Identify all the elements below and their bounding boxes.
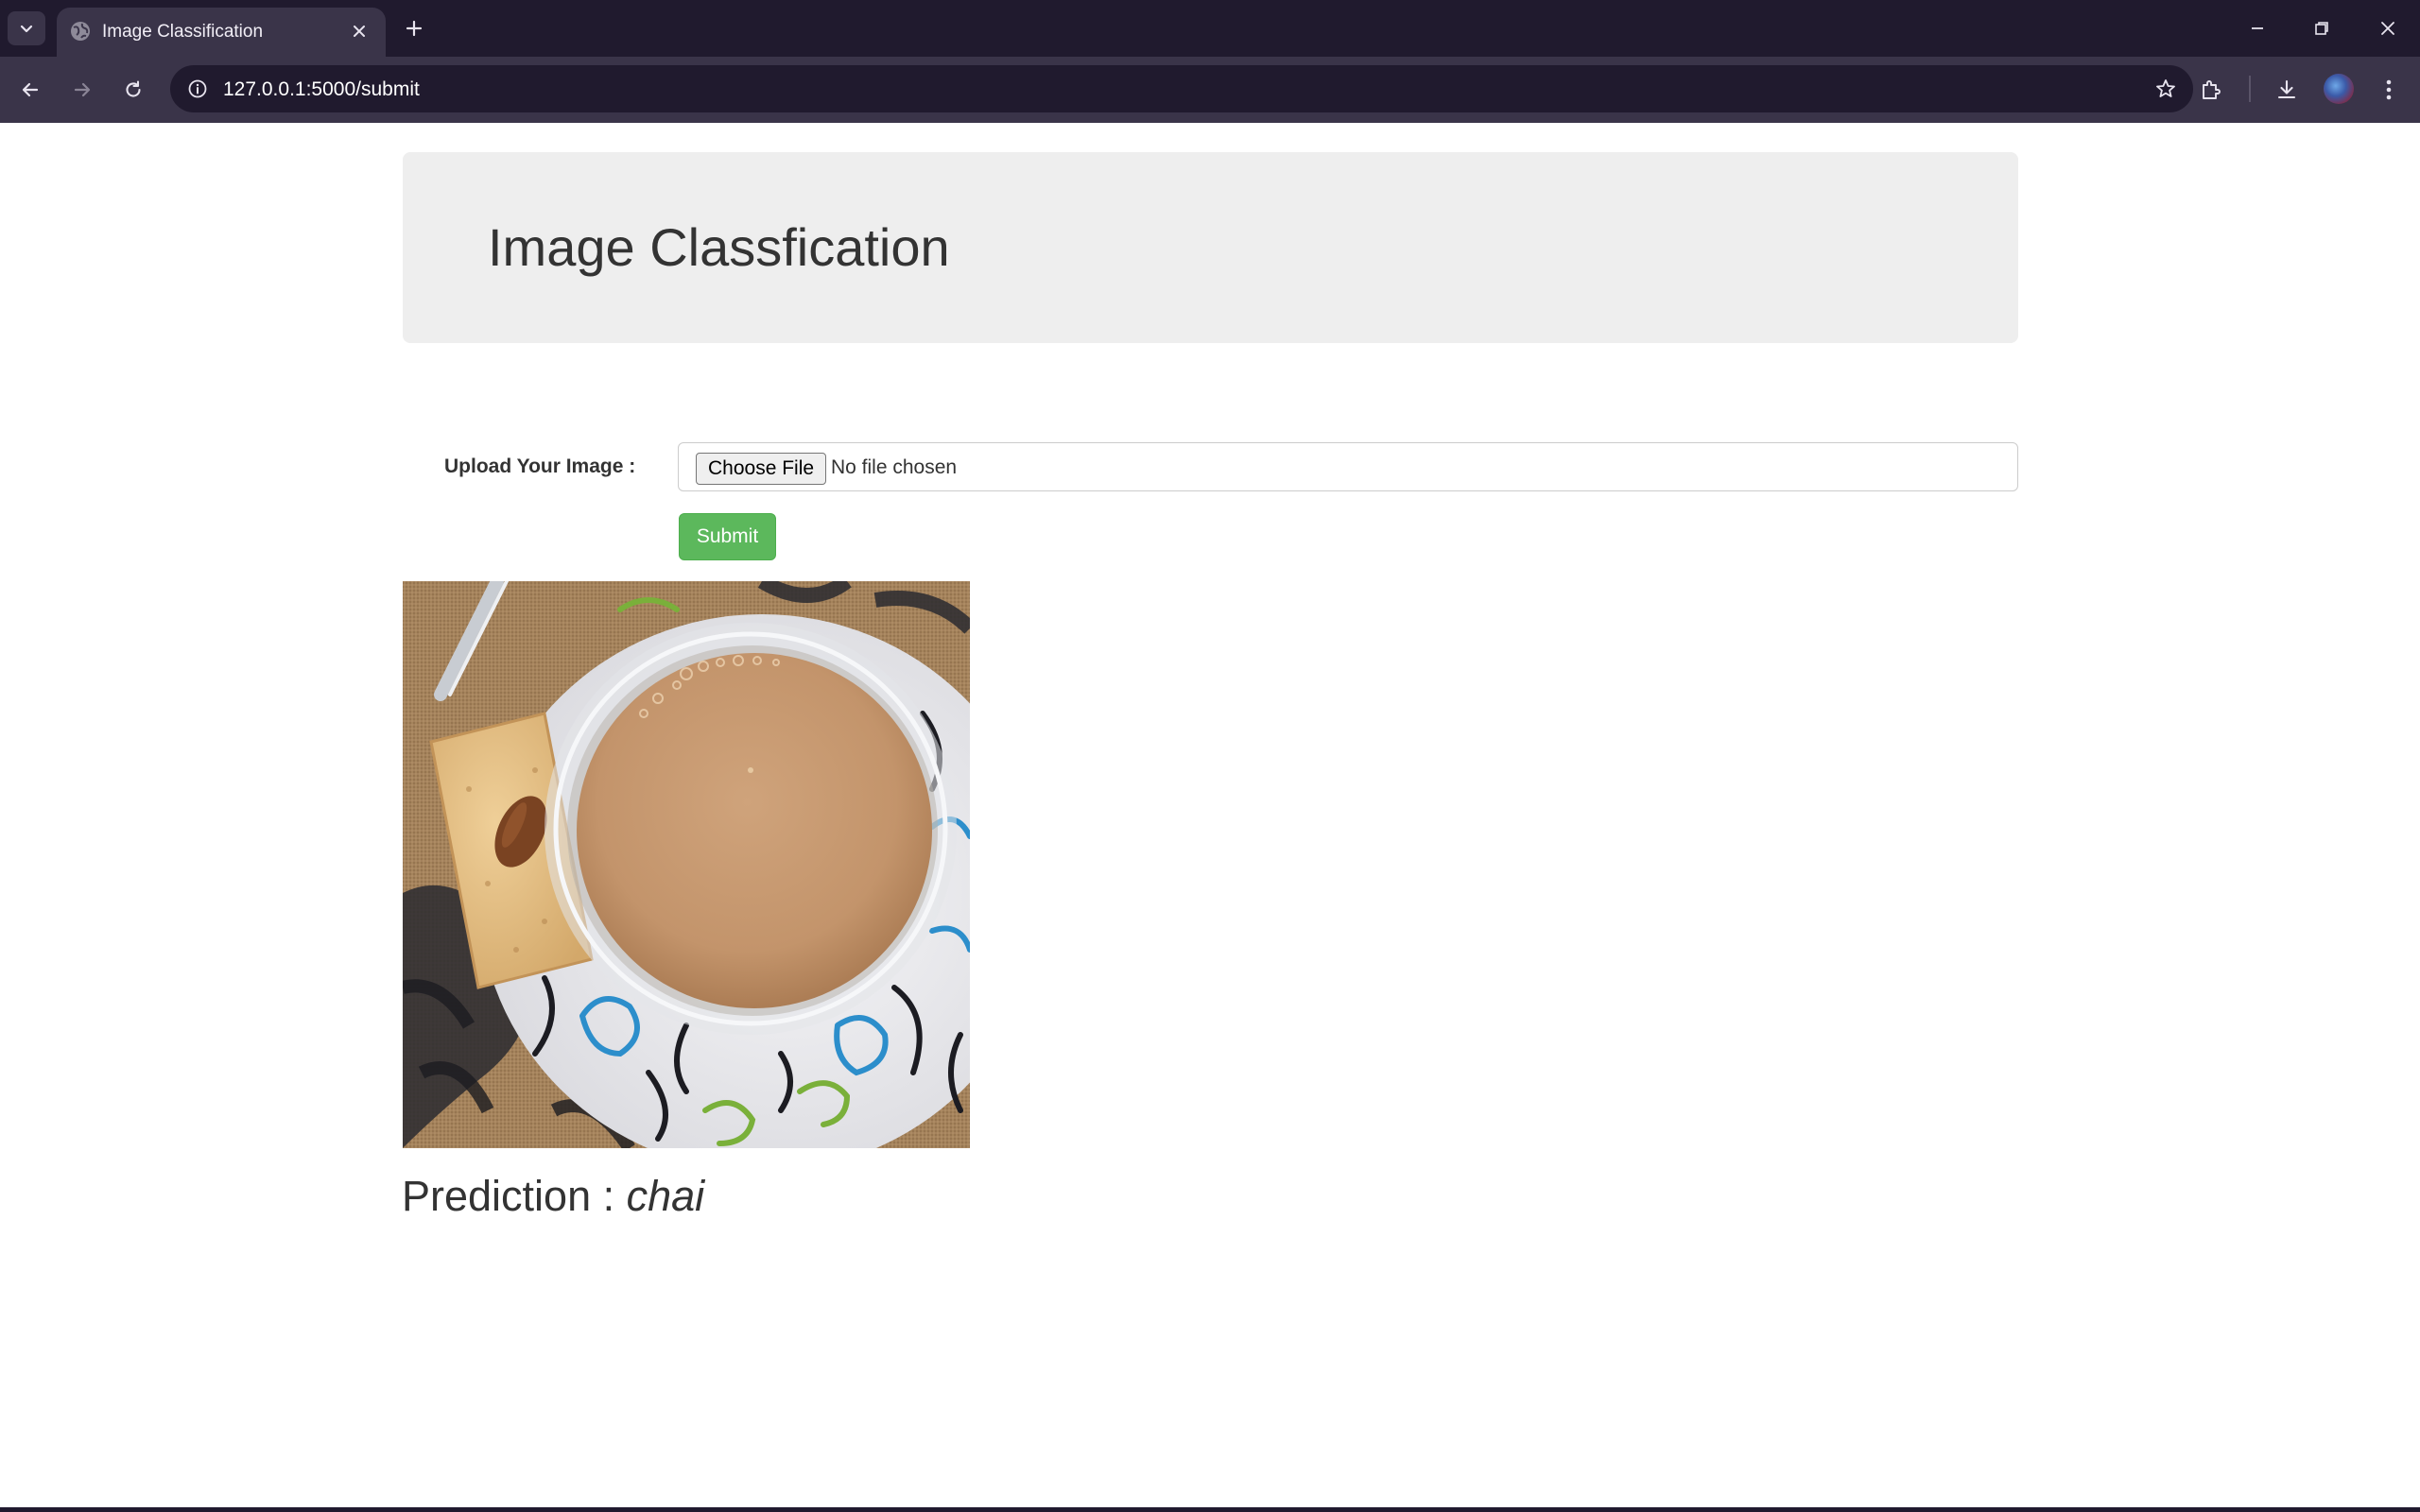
close-icon xyxy=(354,26,365,37)
browser-tab-strip: Image Classification xyxy=(0,0,2420,57)
info-icon xyxy=(188,79,207,98)
new-tab-button[interactable] xyxy=(397,11,431,45)
minimize-icon xyxy=(2252,27,2263,29)
url-text[interactable]: 127.0.0.1:5000/submit xyxy=(223,78,420,101)
plus-icon xyxy=(406,20,423,37)
choose-file-button[interactable]: Choose File xyxy=(696,453,827,485)
close-icon xyxy=(2381,22,2394,35)
puzzle-icon xyxy=(2203,80,2221,99)
upload-label: Upload Your Image : xyxy=(444,455,636,477)
prediction-label: chai xyxy=(626,1172,705,1220)
restore-button[interactable] xyxy=(2299,9,2344,47)
bookmark-button[interactable] xyxy=(2150,73,2182,105)
arrow-right-icon xyxy=(74,82,91,97)
address-bar[interactable]: 127.0.0.1:5000/submit xyxy=(170,65,2193,112)
tab-title: Image Classification xyxy=(102,22,264,42)
file-input[interactable]: Choose File No file chosen xyxy=(678,442,2018,491)
window-close-button[interactable] xyxy=(2365,9,2411,47)
window-bottom-edge xyxy=(0,1507,2420,1512)
page-title: Image Classfication xyxy=(488,217,950,277)
uploaded-image xyxy=(403,581,970,1148)
header-banner: Image Classfication xyxy=(403,152,2018,343)
site-info-button[interactable] xyxy=(182,73,214,105)
tab-search-button[interactable] xyxy=(8,11,45,45)
profile-avatar[interactable] xyxy=(2324,74,2354,104)
star-icon xyxy=(2156,79,2175,97)
extensions-button[interactable] xyxy=(2191,70,2231,110)
downloads-button[interactable] xyxy=(2267,70,2307,110)
download-icon xyxy=(2277,79,2296,99)
prediction-prefix: Prediction : xyxy=(402,1172,627,1220)
reload-icon xyxy=(126,80,141,97)
tab-close-button[interactable] xyxy=(346,18,372,44)
back-button[interactable] xyxy=(10,70,50,110)
reload-button[interactable] xyxy=(113,70,153,110)
web-page: Image Classfication Upload Your Image : … xyxy=(0,123,2420,1507)
submit-button[interactable]: Submit xyxy=(679,513,776,560)
chai-photo xyxy=(403,581,970,1148)
browser-tab[interactable]: Image Classification xyxy=(57,8,386,57)
restore-icon xyxy=(2315,22,2328,35)
browser-toolbar: 127.0.0.1:5000/submit xyxy=(0,57,2420,123)
kebab-menu-icon xyxy=(2386,79,2392,100)
forward-button[interactable] xyxy=(62,70,102,110)
chevron-down-icon xyxy=(20,25,33,33)
toolbar-divider xyxy=(2249,76,2251,102)
arrow-left-icon xyxy=(22,82,39,97)
globe-icon xyxy=(71,22,90,41)
browser-menu-button[interactable] xyxy=(2369,70,2409,110)
minimize-button[interactable] xyxy=(2235,9,2280,47)
prediction-result: Prediction : chai xyxy=(402,1172,704,1221)
file-status-text: No file chosen xyxy=(831,456,958,478)
